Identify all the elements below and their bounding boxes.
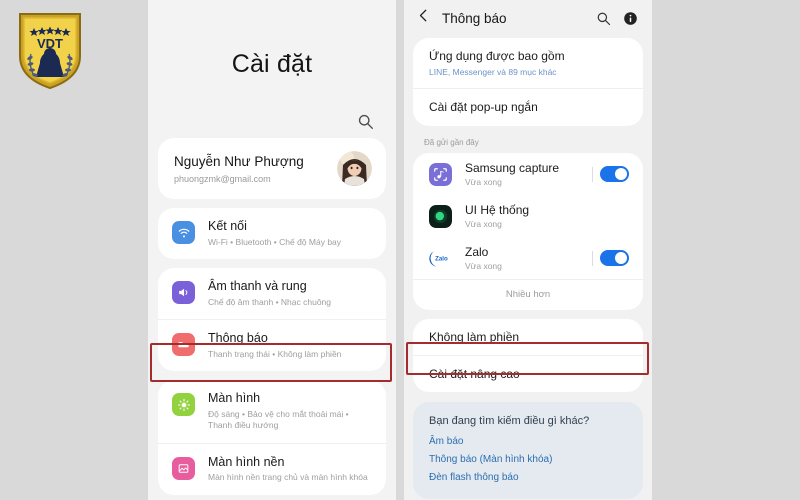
row-included-apps[interactable]: Ứng dụng được bao gồm LINE, Messenger và… (413, 38, 643, 88)
row-title: Cài đặt pop-up ngắn (429, 99, 538, 114)
sidebar-item-display[interactable]: Màn hình Độ sáng • Bảo vệ cho mắt thoải … (158, 380, 386, 443)
sidebar-item-wallpaper[interactable]: Màn hình nền Màn hình nền trang chủ và m… (158, 442, 386, 495)
toggle-group (592, 250, 629, 267)
account-name: Nguyễn Như Phượng (174, 154, 304, 170)
vdt-shield-logo: VDT (16, 8, 84, 92)
notification-toggle[interactable] (600, 166, 629, 183)
app-status: Vừa xong (465, 177, 502, 188)
app-status: Vừa xong (465, 219, 502, 230)
sidebar-item-sublabel: Chế độ âm thanh • Nhạc chuông (208, 296, 332, 307)
list-item[interactable]: UI Hệ thống Vừa xong (413, 195, 643, 237)
app-name: Zalo (465, 245, 489, 260)
notifications-title: Thông báo (442, 10, 507, 26)
wallpaper-icon (172, 456, 195, 480)
notifications-header: Thông báo (404, 0, 652, 38)
notification-icon (172, 333, 195, 357)
settings-card-sound-notifications: Âm thanh và rung Chế độ âm thanh • Nhạc … (158, 268, 386, 372)
more-button[interactable]: Nhiều hơn (413, 279, 643, 310)
info-icon[interactable] (623, 11, 638, 26)
screenshot-root: VDT Cài đặt Nguyễn Như Phượng phuongzmk@… (0, 0, 800, 500)
row-advanced-settings[interactable]: Cài đặt nâng cao (413, 355, 643, 392)
list-item[interactable]: Zalo Zalo Vừa xong (413, 237, 643, 279)
sidebar-item-label: Kết nối (208, 219, 247, 233)
looking-for-link-lockscreen[interactable]: Thông báo (Màn hình khóa) (429, 454, 627, 465)
list-item[interactable]: Samsung capture Vừa xong (413, 153, 643, 195)
sidebar-item-connections[interactable]: Kết nối Wi-Fi • Bluetooth • Chế độ Máy b… (158, 208, 386, 259)
sidebar-item-sound[interactable]: Âm thanh và rung Chế độ âm thanh • Nhạc … (158, 268, 386, 319)
row-subtitle: LINE, Messenger và 89 mục khác (429, 66, 557, 77)
included-apps-card: Ứng dụng được bao gồm LINE, Messenger và… (413, 38, 643, 127)
app-name: Samsung capture (465, 161, 560, 176)
row-do-not-disturb[interactable]: Không làm phiền (413, 319, 643, 355)
settings-card-display-wallpaper: Màn hình Độ sáng • Bảo vệ cho mắt thoải … (158, 380, 386, 495)
notification-options-card: Không làm phiền Cài đặt nâng cao (413, 319, 643, 393)
chevron-left-icon[interactable] (416, 8, 431, 28)
system-ui-icon (429, 204, 452, 228)
sidebar-item-sublabel: Màn hình nền trang chủ và màn hình khóa (208, 472, 368, 483)
looking-for-link-flash[interactable]: Đèn flash thông báo (429, 472, 627, 483)
settings-search-row (148, 79, 396, 138)
sidebar-item-notifications[interactable]: Thông báo Thanh trạng thái • Không làm p… (158, 319, 386, 371)
looking-for-title: Bạn đang tìm kiếm điều gì khác? (429, 415, 590, 428)
account-card[interactable]: Nguyễn Như Phượng phuongzmk@gmail.com (158, 138, 386, 199)
zalo-icon: Zalo (429, 246, 452, 270)
samsung-capture-icon (429, 162, 452, 186)
search-icon[interactable] (357, 113, 374, 130)
recent-section-label: Đã gửi gần đây (424, 138, 479, 148)
svg-text:Zalo: Zalo (435, 255, 448, 262)
toggle-group (592, 166, 629, 183)
recent-apps-card: Samsung capture Vừa xong UI Hệ thống Vừa… (413, 153, 643, 311)
sidebar-item-label: Âm thanh và rung (208, 279, 307, 294)
settings-card-connections: Kết nối Wi-Fi • Bluetooth • Chế độ Máy b… (158, 208, 386, 260)
sidebar-item-sublabel: Thanh trạng thái • Không làm phiền (208, 348, 342, 359)
toggle-group (600, 208, 629, 224)
brightness-icon (172, 393, 195, 417)
looking-for-card: Bạn đang tìm kiếm điều gì khác? Âm báo T… (413, 402, 643, 500)
row-popup-settings[interactable]: Cài đặt pop-up ngắn (413, 87, 643, 127)
sidebar-item-sublabel: Wi-Fi • Bluetooth • Chế độ Máy bay (208, 236, 342, 247)
sidebar-item-label: Màn hình nền (208, 454, 285, 469)
avatar[interactable] (337, 151, 372, 186)
row-title: Ứng dụng được bao gồm (429, 49, 565, 63)
header-actions (596, 11, 638, 26)
app-name: UI Hệ thống (465, 203, 530, 218)
page-title: Cài đặt (231, 50, 313, 78)
settings-screen: Cài đặt Nguyễn Như Phượng phuongzmk@gmai… (148, 0, 396, 500)
sidebar-item-label: Thông báo (208, 331, 268, 346)
sidebar-item-sublabel: Độ sáng • Bảo vệ cho mắt thoải mái • Tha… (208, 408, 349, 431)
divider (592, 166, 593, 182)
notification-toggle[interactable] (600, 250, 629, 267)
account-row[interactable]: Nguyễn Như Phượng phuongzmk@gmail.com (158, 138, 386, 199)
wifi-icon (172, 221, 195, 244)
app-status: Vừa xong (465, 261, 502, 272)
notifications-screen: Thông báo Ứng dụng được bao gồm LINE, Me… (404, 0, 652, 500)
sidebar-item-label: Màn hình (208, 391, 261, 406)
search-icon[interactable] (596, 11, 611, 26)
speaker-icon (172, 281, 195, 305)
account-email: phuongzmk@gmail.com (174, 173, 271, 184)
divider (592, 250, 593, 266)
looking-for-link-alarm[interactable]: Âm báo (429, 436, 627, 447)
